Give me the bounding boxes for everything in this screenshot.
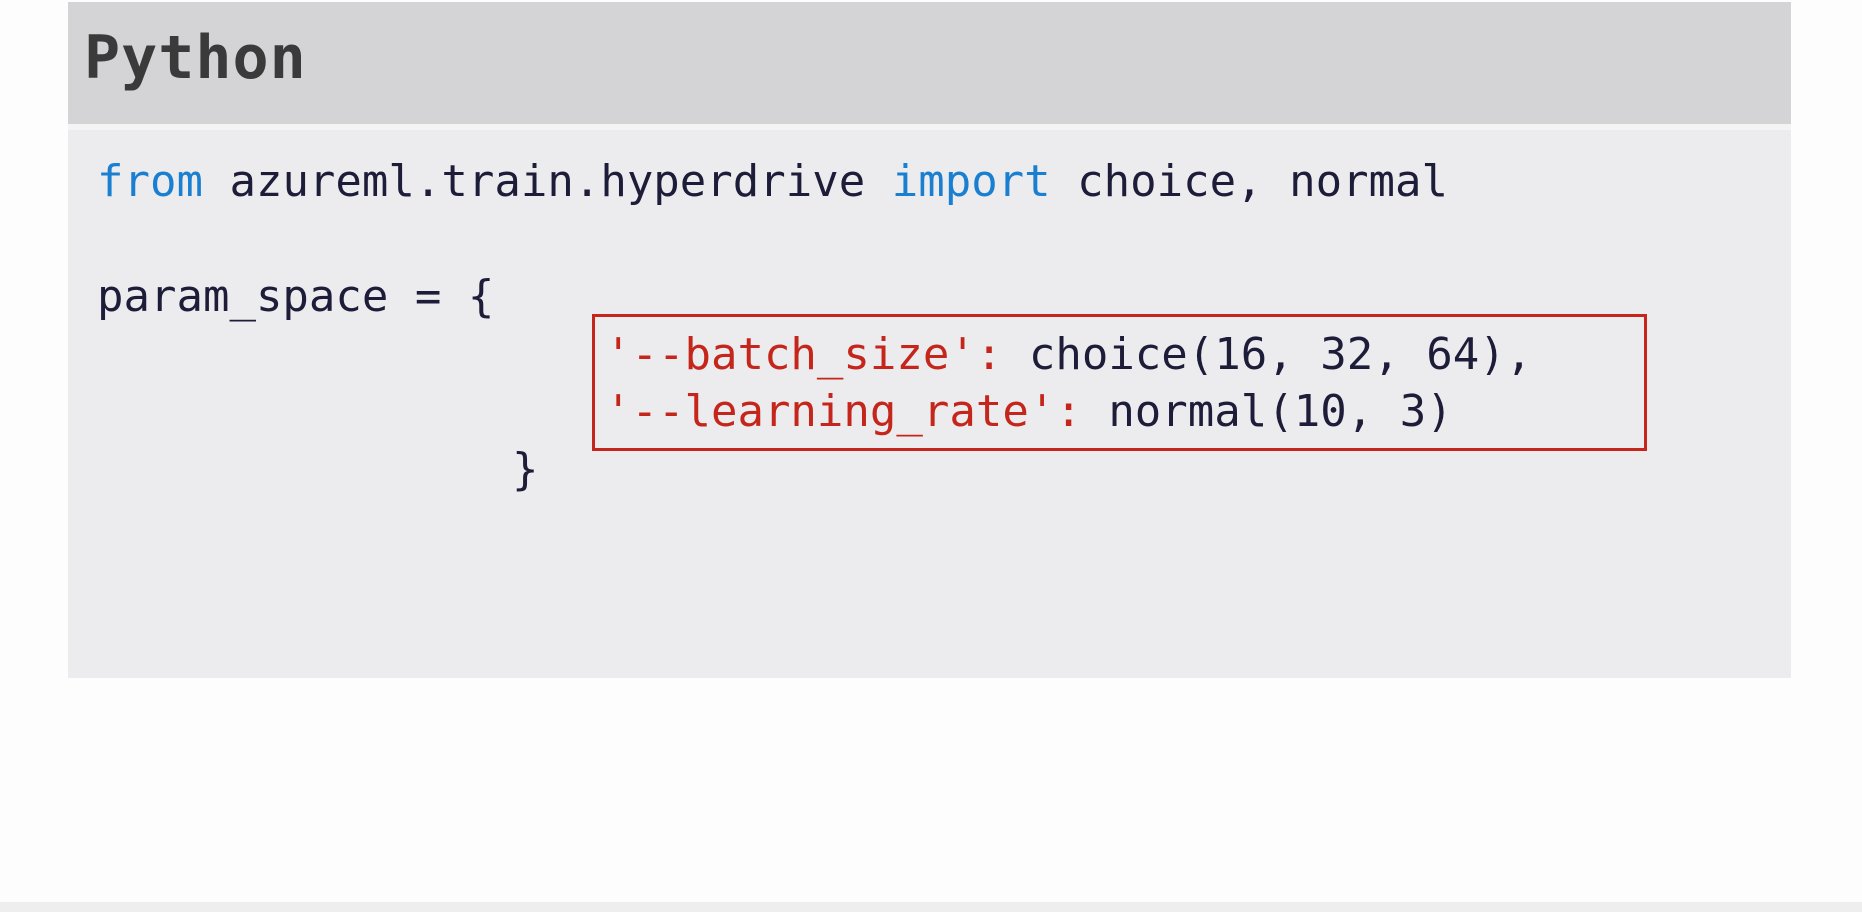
code-card: Python from azureml.train.hyperdrive imp…: [68, 2, 1791, 678]
slide-page: Python from azureml.train.hyperdrive imp…: [0, 0, 1862, 912]
learning-rate-key: '--learning_rate':: [605, 386, 1082, 437]
code-line-batch-size: '--batch_size': choice(16, 32, 64),: [605, 333, 1532, 377]
learning-rate-value: normal(10, 3): [1081, 386, 1453, 437]
batch-size-value: choice(16, 32, 64),: [1002, 329, 1533, 380]
module-name: azureml.train.hyperdrive: [202, 156, 892, 207]
bottom-strip: [0, 902, 1862, 912]
code-line-learning-rate: '--learning_rate': normal(10, 3): [605, 390, 1453, 434]
imported-names: choice, normal: [1050, 156, 1449, 207]
code-line-import: from azureml.train.hyperdrive import cho…: [97, 160, 1448, 204]
language-title: Python: [84, 23, 307, 93]
code-card-header: Python: [68, 2, 1791, 124]
keyword-import: import: [891, 156, 1051, 207]
keyword-from: from: [97, 156, 203, 207]
header-divider: [68, 124, 1791, 130]
batch-size-key: '--batch_size':: [605, 329, 1003, 380]
code-line-param-space: param_space = {: [97, 271, 495, 322]
code-line-closing-brace: }: [512, 444, 539, 495]
